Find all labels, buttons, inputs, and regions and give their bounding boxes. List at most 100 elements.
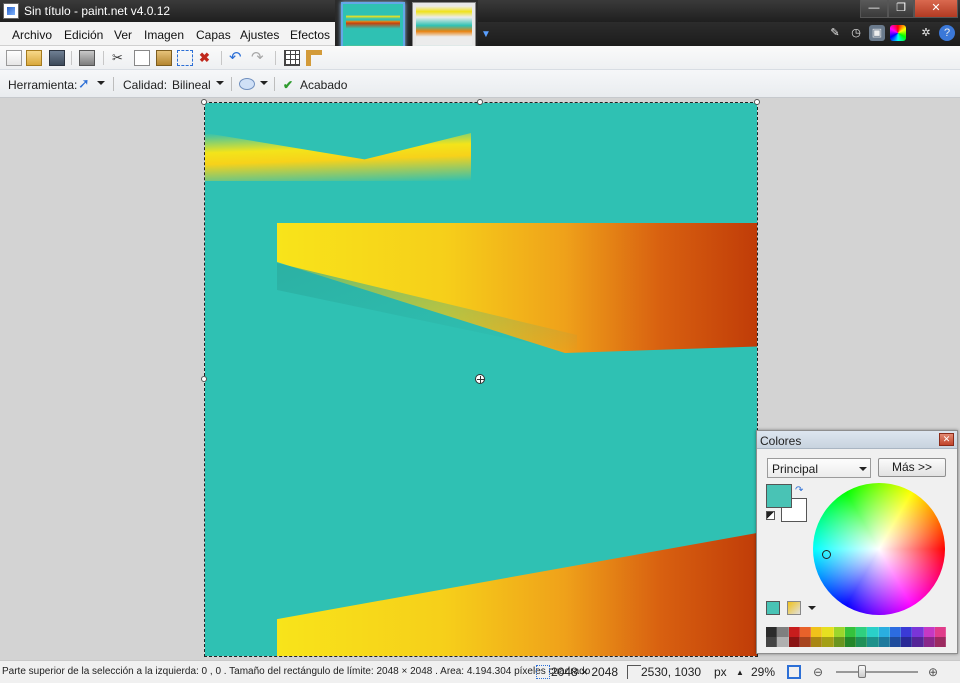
zoom-in-icon[interactable]: ⊕ xyxy=(928,665,938,679)
colors-close-button[interactable]: ✕ xyxy=(939,433,954,446)
palette-swatch[interactable] xyxy=(766,627,778,637)
menu-efectos[interactable]: Efectos xyxy=(290,28,330,42)
reset-colors-icon[interactable] xyxy=(766,511,775,520)
palette-swatch[interactable] xyxy=(766,637,778,647)
palette-swatch[interactable] xyxy=(867,637,879,647)
palette-swatch[interactable] xyxy=(856,637,868,647)
selection-handle[interactable] xyxy=(754,99,760,105)
zoom-slider-thumb[interactable] xyxy=(858,665,866,678)
help-icon[interactable]: ? xyxy=(939,25,955,41)
palette-swatch[interactable] xyxy=(833,637,845,647)
palette-swatch[interactable] xyxy=(822,627,834,637)
selection-handle[interactable] xyxy=(201,376,207,382)
copy-icon[interactable] xyxy=(134,50,150,66)
image-size-icon xyxy=(536,665,550,679)
grid-icon[interactable] xyxy=(284,50,300,66)
palette-swatch[interactable] xyxy=(912,627,924,637)
menu-capas[interactable]: Capas xyxy=(196,28,231,42)
palette-swatch[interactable] xyxy=(901,637,913,647)
sampling-mode-icon[interactable] xyxy=(239,78,255,90)
palette-swatch[interactable] xyxy=(856,627,868,637)
selection-info: Parte superior de la selección a la izqu… xyxy=(2,666,591,677)
palette-swatch[interactable] xyxy=(788,627,800,637)
zoom-slider-track[interactable] xyxy=(836,671,918,673)
cut-icon[interactable]: ✂ xyxy=(112,50,128,66)
palette-swatch[interactable] xyxy=(912,637,924,647)
palette-swatch[interactable] xyxy=(822,637,834,647)
add-to-palette-icon[interactable] xyxy=(766,601,780,615)
quality-dropdown-icon[interactable] xyxy=(216,81,224,85)
palette-swatch[interactable] xyxy=(799,627,811,637)
palette-swatch[interactable] xyxy=(844,637,856,647)
tools-window-icon[interactable]: ✎ xyxy=(827,25,843,41)
palette-swatch[interactable] xyxy=(878,627,890,637)
zoom-value[interactable]: 29% xyxy=(751,665,775,679)
palette-swatch[interactable] xyxy=(889,627,901,637)
palette-swatch[interactable] xyxy=(889,637,901,647)
tool-dropdown-icon[interactable] xyxy=(97,81,105,85)
palette-swatch[interactable] xyxy=(799,637,811,647)
layers-window-icon[interactable]: ▣ xyxy=(869,25,885,41)
options-separator xyxy=(231,77,232,91)
swap-colors-icon[interactable]: ↷ xyxy=(795,485,803,496)
palette-swatch[interactable] xyxy=(777,637,789,647)
palette-swatch[interactable] xyxy=(811,627,823,637)
toolbar-separator xyxy=(275,51,276,65)
color-wheel-marker[interactable] xyxy=(822,550,831,559)
units-select[interactable]: px xyxy=(714,665,727,679)
palette-swatch[interactable] xyxy=(811,637,823,647)
units-dropdown-icon[interactable]: ▲ xyxy=(736,668,744,677)
minimize-button[interactable]: — xyxy=(860,0,888,18)
checkmark-icon: ✔ xyxy=(283,78,294,92)
undo-icon[interactable]: ↶ xyxy=(229,50,245,66)
palette-swatch[interactable] xyxy=(923,627,935,637)
finish-button[interactable]: Acabado xyxy=(300,78,347,92)
palette-swatch[interactable] xyxy=(867,627,879,637)
redo-icon[interactable]: ↷ xyxy=(251,50,267,66)
palette-menu-icon[interactable] xyxy=(787,601,801,615)
save-icon[interactable] xyxy=(49,50,65,66)
selection-handle[interactable] xyxy=(201,99,207,105)
history-window-icon[interactable]: ◷ xyxy=(848,25,864,41)
palette-swatch[interactable] xyxy=(833,627,845,637)
restore-button[interactable]: ❐ xyxy=(888,0,914,18)
settings-gear-icon[interactable]: ✲ xyxy=(918,25,934,41)
menu-imagen[interactable]: Imagen xyxy=(144,28,184,42)
paintnet-app-icon[interactable] xyxy=(3,3,19,19)
zoom-out-icon[interactable]: ⊖ xyxy=(813,665,823,679)
rulers-icon[interactable] xyxy=(306,50,322,66)
palette-swatch[interactable] xyxy=(878,637,890,647)
zoom-to-window-icon[interactable] xyxy=(787,665,801,679)
thumbnails-dropdown-icon[interactable]: ▼ xyxy=(481,29,491,40)
palette-swatch[interactable] xyxy=(777,627,789,637)
sampling-dropdown-icon[interactable] xyxy=(260,81,268,85)
open-folder-icon[interactable] xyxy=(26,50,42,66)
palette-swatch[interactable] xyxy=(934,627,946,637)
palette-swatch[interactable] xyxy=(788,637,800,647)
selection-move-handle[interactable] xyxy=(475,374,485,384)
palette-swatch[interactable] xyxy=(934,637,946,647)
quality-select[interactable]: Bilineal xyxy=(172,78,211,92)
palette-dropdown-icon[interactable] xyxy=(808,606,816,610)
palette-swatch[interactable] xyxy=(844,627,856,637)
more-colors-button[interactable]: Más >> xyxy=(878,458,946,477)
menu-ajustes[interactable]: Ajustes xyxy=(240,28,279,42)
paste-icon[interactable] xyxy=(156,50,172,66)
deselect-icon[interactable]: ✖ xyxy=(199,50,215,66)
print-icon[interactable] xyxy=(79,50,95,66)
crop-to-selection-icon[interactable] xyxy=(177,50,193,66)
selection-handle[interactable] xyxy=(477,99,483,105)
color-wheel[interactable] xyxy=(813,483,945,615)
palette-swatch[interactable] xyxy=(901,627,913,637)
new-image-icon[interactable] xyxy=(6,50,22,66)
colors-window-icon[interactable] xyxy=(890,25,906,41)
colors-titlebar[interactable]: Colores ✕ xyxy=(757,431,957,449)
color-mode-select[interactable]: Principal xyxy=(767,458,871,478)
menu-archivo[interactable]: Archivo xyxy=(12,28,52,42)
menu-edicion[interactable]: Edición xyxy=(64,28,103,42)
move-selection-tool-icon[interactable]: ➚ xyxy=(78,75,90,92)
close-button[interactable]: ✕ xyxy=(914,0,958,18)
palette-swatch[interactable] xyxy=(923,637,935,647)
menu-ver[interactable]: Ver xyxy=(114,28,132,42)
primary-color-swatch[interactable] xyxy=(766,484,792,508)
